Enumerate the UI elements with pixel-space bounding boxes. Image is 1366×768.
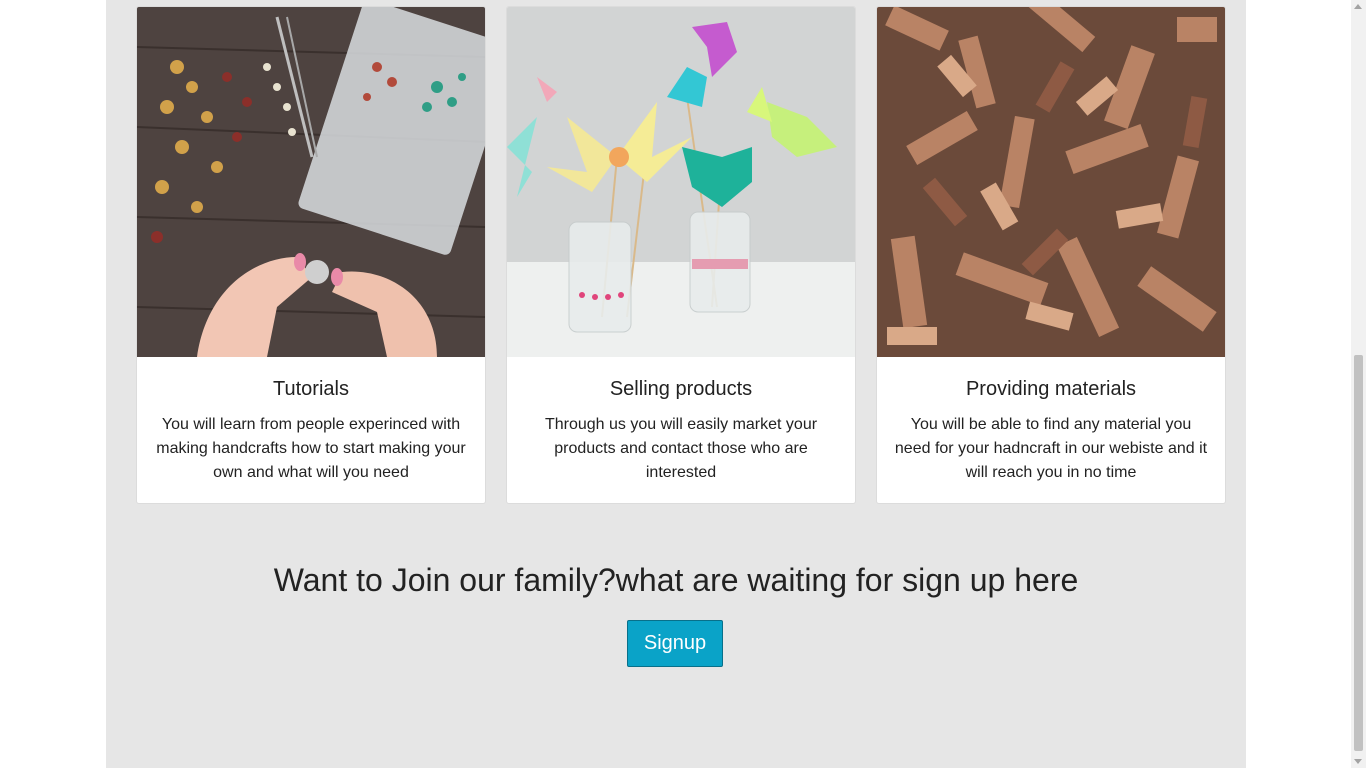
card-image-paper-flowers [507, 7, 855, 357]
card-description: Through us you will easily market your p… [544, 416, 818, 481]
scrollbar-thumb[interactable] [1354, 355, 1363, 751]
card-title: Selling products [609, 378, 753, 400]
content-section: Tutorials You will learn from people exp… [106, 0, 1246, 768]
scroll-up-arrow-icon[interactable] [1354, 4, 1362, 9]
card-selling-products: Selling products Through us you will eas… [506, 6, 856, 504]
card-image-jewelry-beads [137, 7, 485, 357]
scroll-down-arrow-icon[interactable] [1354, 759, 1362, 764]
signup-cta-heading: Want to Join our family?what are waiting… [273, 562, 1079, 598]
card-title: Tutorials [273, 378, 349, 400]
vertical-scrollbar[interactable] [1351, 0, 1366, 768]
card-title: Providing materials [965, 378, 1137, 400]
card-description: You will learn from people experinced wi… [156, 416, 466, 481]
card-description: You will be able to find any material yo… [894, 416, 1208, 481]
signup-button[interactable]: Signup [627, 620, 723, 667]
card-providing-materials: Providing materials You will be able to … [876, 6, 1226, 504]
card-image-wood-pieces [877, 7, 1225, 357]
card-tutorials: Tutorials You will learn from people exp… [136, 6, 486, 504]
